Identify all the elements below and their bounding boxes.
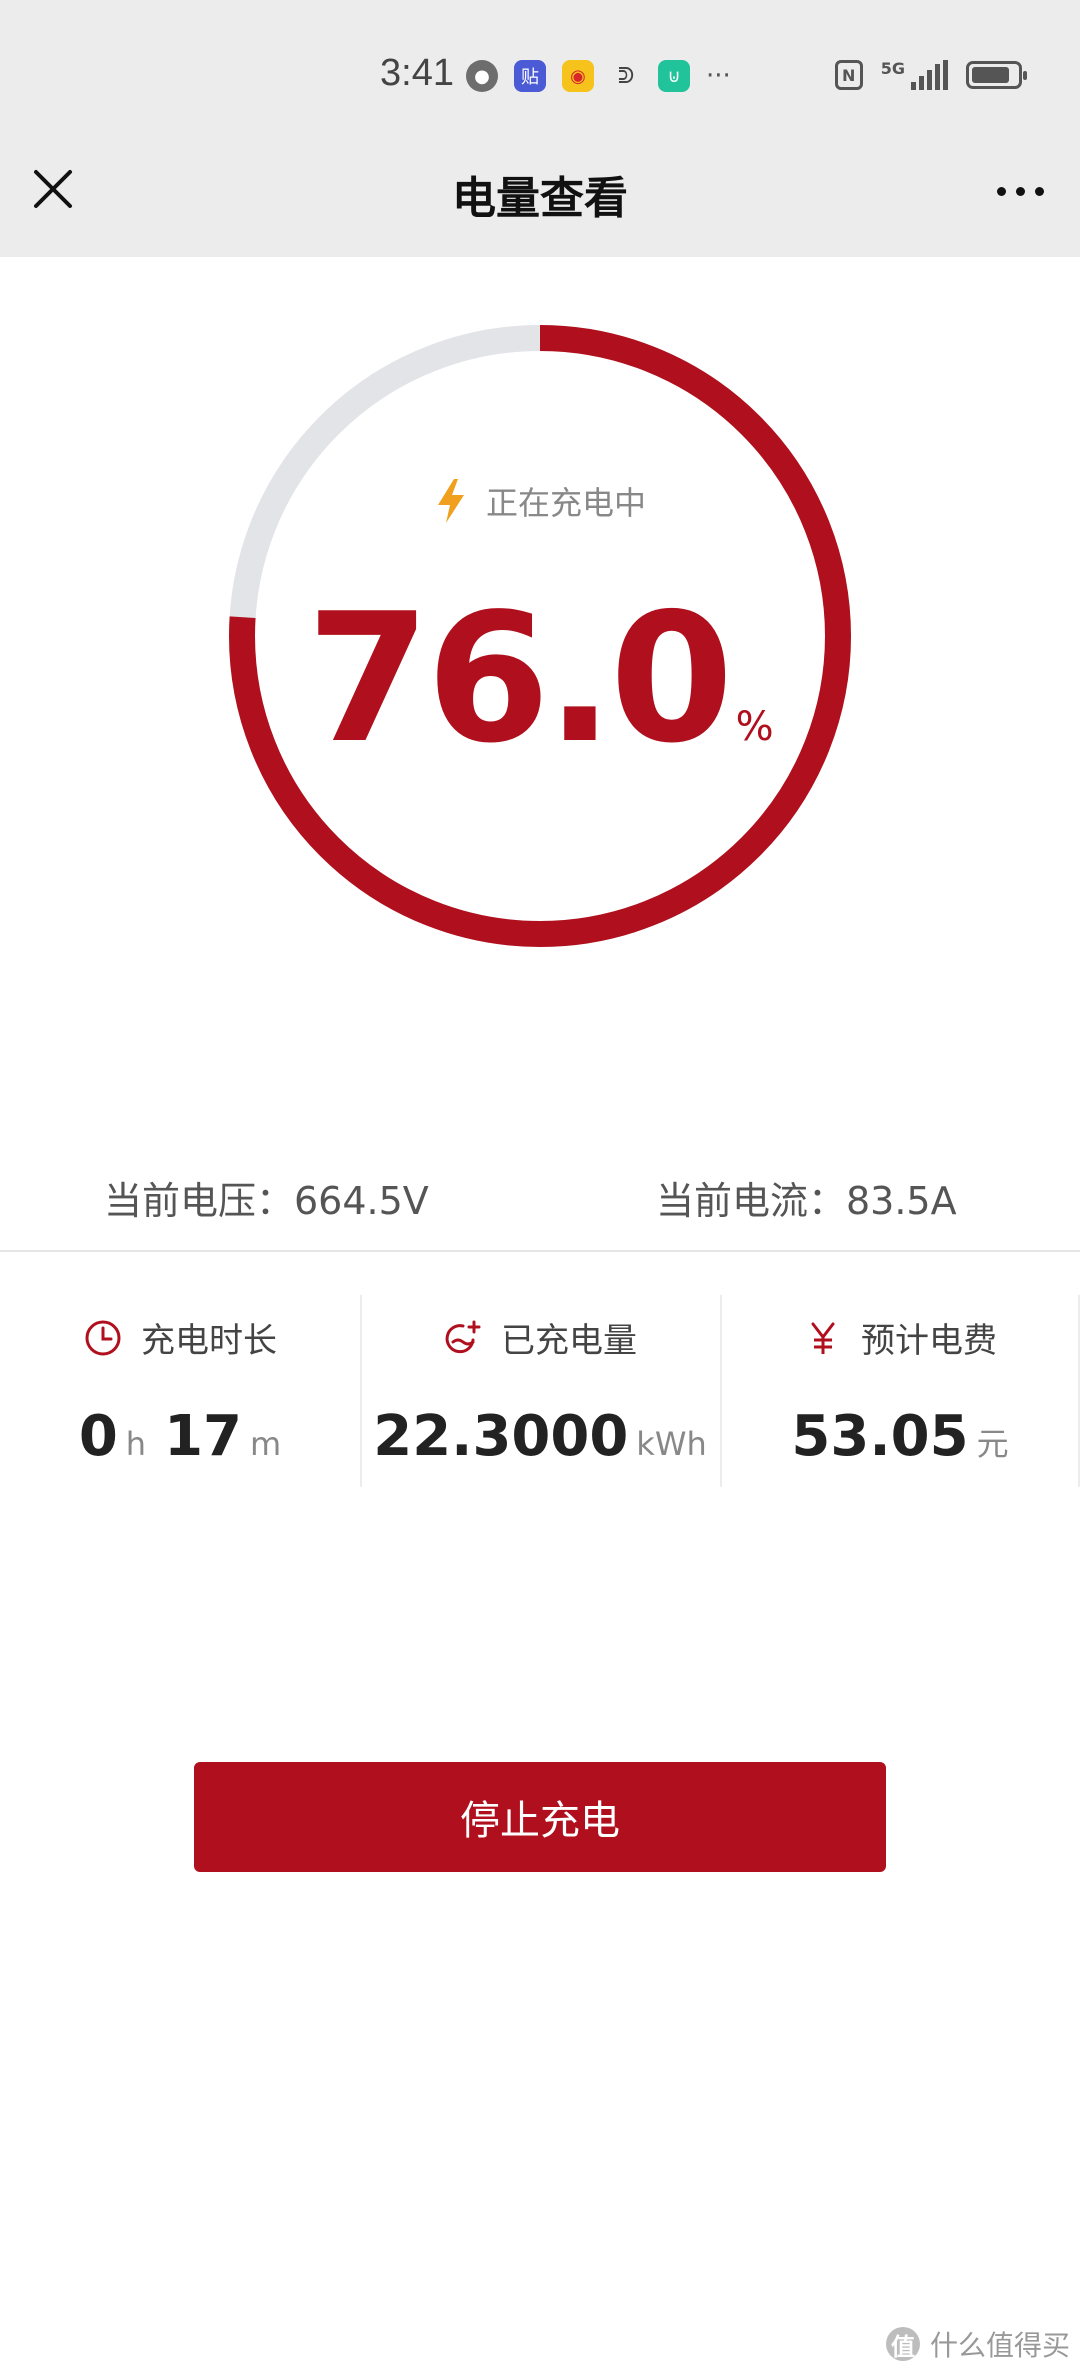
- status-time: 3:41: [380, 52, 454, 94]
- clock-icon: [85, 1320, 121, 1355]
- top-bar: 3:41 ● 贴 ◉ ᕲ ⊍ ··· N 5G 电量查看: [0, 0, 1080, 257]
- stat-energy: 已充电量 22.3000 kWh: [360, 1295, 720, 1487]
- stat-energy-label: 已充电量: [501, 1321, 637, 1361]
- app-icon: ᕲ: [617, 63, 635, 89]
- tieba-icon: 贴: [514, 60, 546, 92]
- charging-status: 正在充电中: [0, 478, 1080, 524]
- energy-icon: [445, 1320, 481, 1353]
- electrical-readings: 当前电压：664.5V 当前电流：83.5A: [0, 1170, 1080, 1230]
- cost-unit: 元: [976, 1425, 1009, 1463]
- wechat-icon: ●: [466, 60, 498, 92]
- charging-stats: 充电时长 0 h 17 m 已充电量 22.3000 kWh 预计电费 53.0…: [0, 1295, 1080, 1487]
- duration-hours-unit: h: [125, 1425, 147, 1463]
- nfc-icon: N: [834, 60, 863, 90]
- stat-duration-label: 充电时长: [141, 1321, 277, 1361]
- more-notifications-icon: ···: [706, 61, 731, 91]
- duration-minutes-unit: m: [250, 1425, 282, 1463]
- stat-cost-label: 预计电费: [861, 1321, 997, 1361]
- signal-icon: [911, 60, 948, 90]
- status-right: N 5G: [834, 58, 1027, 90]
- duration-minutes: 17: [164, 1404, 242, 1469]
- notification-icons: ● 贴 ◉ ᕲ ⊍ ···: [466, 60, 731, 92]
- voltage-reading: 当前电压：664.5V: [104, 1179, 429, 1223]
- duration-hours: 0: [78, 1404, 118, 1469]
- battery-icon: [966, 61, 1027, 89]
- charge-percent: 76.0 %: [0, 590, 1080, 768]
- percent-value: 76.0: [306, 575, 733, 782]
- page-title: 电量查看: [452, 173, 628, 224]
- energy-value: 22.3000: [373, 1404, 629, 1469]
- weibo-icon: ◉: [562, 60, 594, 92]
- network-label: 5G: [880, 58, 905, 78]
- divider: [0, 1250, 1080, 1252]
- yuan-icon: [811, 1322, 835, 1354]
- cost-value: 53.05: [791, 1404, 969, 1469]
- mijia-icon: ⊍: [658, 60, 690, 92]
- watermark-logo-icon: 值: [885, 2327, 920, 2361]
- watermark: 值 什么值得买: [885, 2324, 1070, 2364]
- watermark-text: 什么值得买: [929, 2329, 1070, 2362]
- stat-duration: 充电时长 0 h 17 m: [0, 1295, 360, 1487]
- percent-unit: %: [735, 704, 774, 750]
- stop-charging-button[interactable]: 停止充电: [194, 1762, 886, 1872]
- more-icon[interactable]: [990, 176, 1050, 206]
- charging-status-text: 正在充电中: [485, 484, 646, 522]
- stat-cost: 预计电费 53.05 元: [720, 1295, 1080, 1487]
- lightning-icon: [437, 479, 464, 523]
- energy-unit: kWh: [636, 1425, 707, 1463]
- current-reading: 当前电流：83.5A: [656, 1179, 957, 1223]
